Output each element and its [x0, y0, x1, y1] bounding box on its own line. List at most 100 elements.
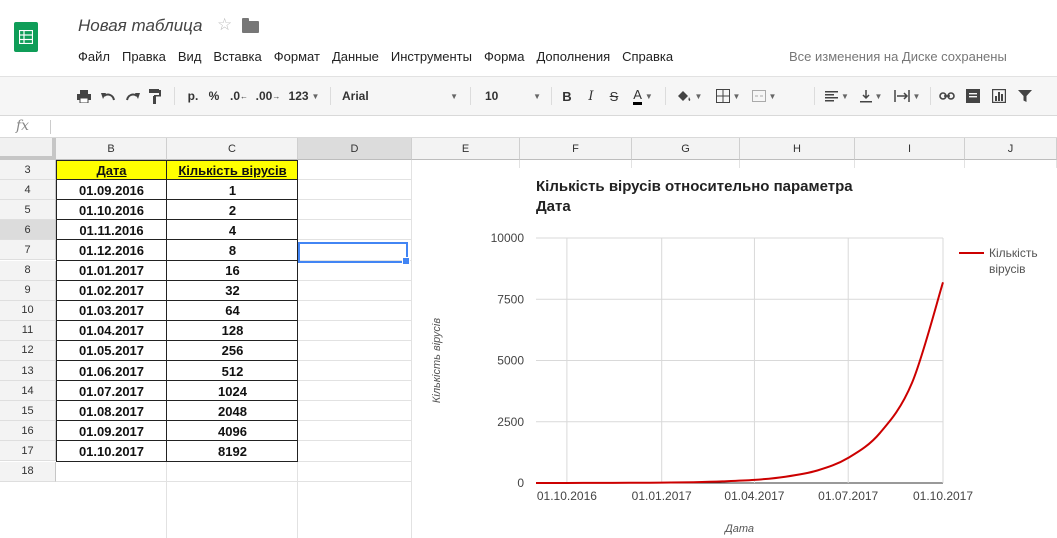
- table-cell-virus-count[interactable]: 32: [167, 281, 298, 301]
- sheets-logo-icon[interactable]: [14, 22, 38, 52]
- menu-view[interactable]: Вид: [172, 47, 208, 67]
- borders-button[interactable]: ▼: [712, 86, 744, 106]
- table-cell-virus-count[interactable]: 1: [167, 180, 298, 200]
- table-header-virus-count[interactable]: Кількість вірусів: [167, 160, 298, 181]
- row-header-8[interactable]: 8: [0, 260, 56, 281]
- menu-form[interactable]: Форма: [478, 47, 531, 67]
- menu-data[interactable]: Данные: [326, 47, 385, 67]
- table-cell-virus-count[interactable]: 4: [167, 220, 298, 240]
- print-icon[interactable]: [74, 86, 94, 106]
- italic-button[interactable]: I: [581, 86, 601, 106]
- merge-cells-button[interactable]: ▼: [748, 86, 780, 106]
- table-cell-date[interactable]: 01.05.2017: [56, 341, 167, 361]
- table-cell-date[interactable]: 01.08.2017: [56, 401, 167, 421]
- column-header-e[interactable]: E: [412, 138, 520, 160]
- row-header-14[interactable]: 14: [0, 381, 56, 402]
- menu-help[interactable]: Справка: [616, 47, 679, 67]
- table-cell-virus-count[interactable]: 16: [167, 261, 298, 281]
- table-cell-date[interactable]: 01.06.2017: [56, 361, 167, 381]
- undo-icon[interactable]: [98, 86, 118, 106]
- row-header-4[interactable]: 4: [0, 180, 56, 201]
- table-cell-date[interactable]: 01.10.2017: [56, 441, 167, 461]
- table-cell-date[interactable]: 01.09.2016: [56, 180, 167, 200]
- menu-insert[interactable]: Вставка: [207, 47, 267, 67]
- table-cell-date[interactable]: 01.11.2016: [56, 220, 167, 240]
- menu-tools[interactable]: Инструменты: [385, 47, 478, 67]
- table-cell-virus-count[interactable]: 64: [167, 301, 298, 321]
- table-cell-virus-count[interactable]: 256: [167, 341, 298, 361]
- decrease-decimal-button[interactable]: .0 ←: [227, 86, 251, 106]
- table-cell-date[interactable]: 01.04.2017: [56, 321, 167, 341]
- table-cell-date[interactable]: 01.10.2016: [56, 200, 167, 220]
- font-family-select[interactable]: Arial ▼: [336, 86, 466, 106]
- save-status[interactable]: Все изменения на Диске сохранены: [789, 49, 1007, 64]
- table-cell-date[interactable]: 01.07.2017: [56, 381, 167, 401]
- row-header-6[interactable]: 6: [0, 220, 56, 241]
- menu-addons[interactable]: Дополнения: [530, 47, 616, 67]
- row-header-13[interactable]: 13: [0, 361, 56, 382]
- paint-format-icon[interactable]: [146, 86, 164, 106]
- star-icon[interactable]: ☆: [217, 15, 232, 35]
- formula-bar: fx: [0, 116, 1057, 138]
- column-header-b[interactable]: B: [56, 138, 167, 160]
- redo-icon[interactable]: [122, 86, 142, 106]
- row-header-16[interactable]: 16: [0, 421, 56, 442]
- folder-icon[interactable]: [242, 18, 259, 33]
- font-size-select[interactable]: 10 ▼: [477, 86, 547, 106]
- column-header-h[interactable]: H: [740, 138, 855, 160]
- selected-cell-d6[interactable]: [298, 242, 410, 265]
- menu-format[interactable]: Формат: [268, 47, 326, 67]
- column-header-j[interactable]: J: [965, 138, 1057, 160]
- menu-edit[interactable]: Правка: [116, 47, 172, 67]
- row-header-15[interactable]: 15: [0, 401, 56, 422]
- menu-file[interactable]: Файл: [72, 47, 116, 67]
- table-cell-virus-count[interactable]: 2: [167, 200, 298, 220]
- text-color-button[interactable]: A ▼: [627, 86, 659, 106]
- row-header-5[interactable]: 5: [0, 200, 56, 221]
- fill-color-button[interactable]: ▼: [672, 86, 706, 106]
- strikethrough-button[interactable]: S: [604, 86, 624, 106]
- text-wrap-button[interactable]: ▼: [890, 86, 924, 106]
- select-all-corner[interactable]: [0, 138, 56, 160]
- embedded-chart[interactable]: Кількість вірусів относительно параметра…: [412, 168, 1057, 538]
- row-header-9[interactable]: 9: [0, 280, 56, 301]
- filter-icon[interactable]: [1014, 86, 1036, 106]
- percent-format-button[interactable]: %: [204, 86, 224, 106]
- table-header-date[interactable]: Дата: [56, 160, 167, 181]
- row-header-17[interactable]: 17: [0, 441, 56, 462]
- table-cell-date[interactable]: 01.02.2017: [56, 281, 167, 301]
- insert-link-icon[interactable]: [936, 86, 958, 106]
- column-header-f[interactable]: F: [520, 138, 632, 160]
- row-header-3[interactable]: 3: [0, 160, 56, 181]
- column-header-d[interactable]: D: [298, 138, 412, 160]
- row-header-7[interactable]: 7: [0, 240, 56, 261]
- column-header-i[interactable]: I: [855, 138, 965, 160]
- row-header-10[interactable]: 10: [0, 300, 56, 321]
- table-cell-virus-count[interactable]: 512: [167, 361, 298, 381]
- row-header-12[interactable]: 12: [0, 340, 56, 361]
- insert-chart-icon[interactable]: [988, 86, 1010, 106]
- table-cell-date[interactable]: 01.03.2017: [56, 301, 167, 321]
- table-cell-virus-count[interactable]: 128: [167, 321, 298, 341]
- table-cell-date[interactable]: 01.12.2016: [56, 240, 167, 260]
- table-cell-date[interactable]: 01.01.2017: [56, 261, 167, 281]
- table-cell-date[interactable]: 01.09.2017: [56, 421, 167, 441]
- table-cell-virus-count[interactable]: 4096: [167, 421, 298, 441]
- more-formats-button[interactable]: 123 ▼: [285, 86, 323, 106]
- row-header-18[interactable]: 18: [0, 461, 56, 482]
- row-header-11[interactable]: 11: [0, 320, 56, 341]
- column-header-c[interactable]: C: [167, 138, 298, 160]
- table-cell-virus-count[interactable]: 1024: [167, 381, 298, 401]
- table-cell-virus-count[interactable]: 2048: [167, 401, 298, 421]
- document-title[interactable]: Новая таблица: [78, 16, 203, 36]
- column-header-g[interactable]: G: [632, 138, 740, 160]
- table-cell-virus-count[interactable]: 8: [167, 240, 298, 260]
- increase-decimal-button[interactable]: .00 →: [254, 86, 282, 106]
- currency-format-button[interactable]: р.: [182, 86, 204, 106]
- bold-button[interactable]: B: [557, 86, 577, 106]
- formula-input[interactable]: [56, 118, 1046, 136]
- table-cell-virus-count[interactable]: 8192: [167, 441, 298, 461]
- insert-comment-icon[interactable]: [962, 86, 984, 106]
- horizontal-align-button[interactable]: ▼: [822, 86, 852, 106]
- vertical-align-button[interactable]: ▼: [856, 86, 886, 106]
